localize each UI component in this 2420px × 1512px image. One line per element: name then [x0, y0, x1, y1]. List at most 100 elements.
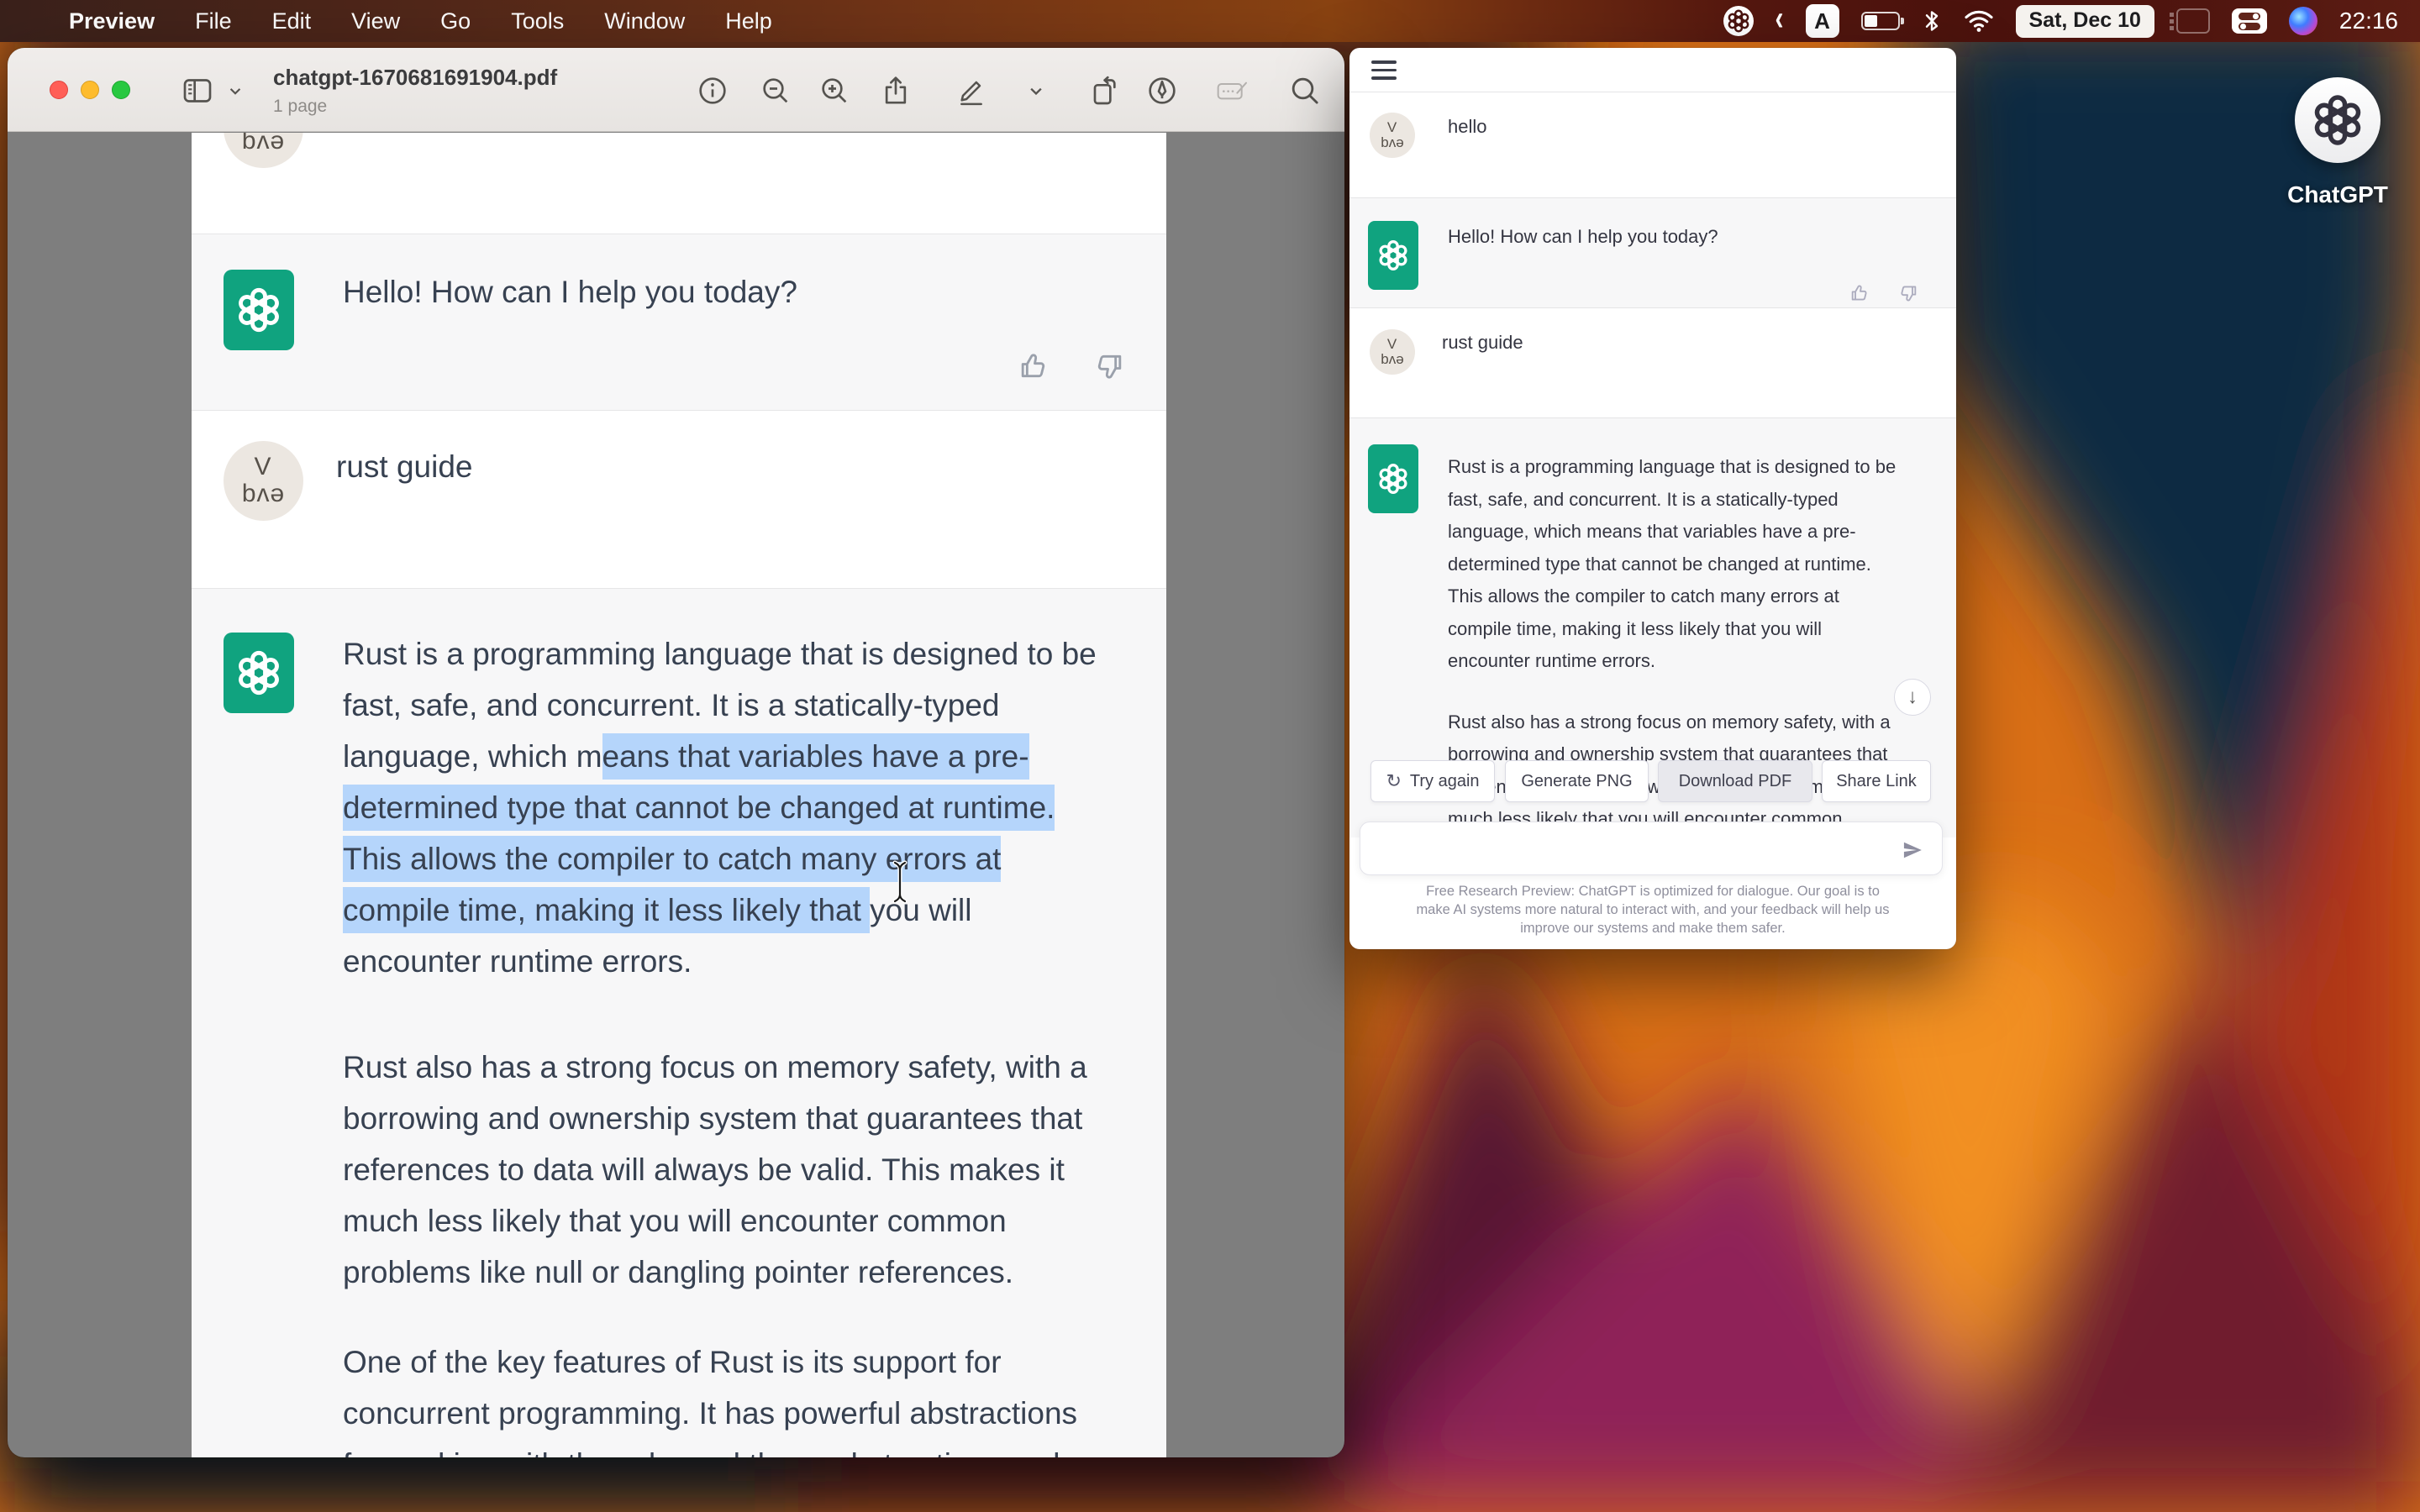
thumbs-down-icon[interactable] — [1092, 349, 1126, 383]
scroll-to-bottom-button[interactable]: ↓ — [1894, 679, 1931, 716]
menubar-date[interactable]: Sat, Dec 10 — [2016, 5, 2154, 38]
chatgpt-avatar-icon — [224, 633, 294, 713]
share-link-button[interactable]: Share Link — [1822, 760, 1931, 802]
input-source-indicator[interactable]: A — [1806, 4, 1839, 38]
markup-chevron-down-icon[interactable] — [1024, 73, 1048, 108]
text-line: determined type that cannot be changed a… — [1448, 549, 1896, 581]
pdf-page[interactable]: V bʌə Hello! How can I help you today? V… — [192, 133, 1166, 1457]
markup-pencil-icon[interactable] — [954, 73, 989, 108]
menu-item-file[interactable]: File — [175, 8, 252, 34]
message-input[interactable] — [1360, 822, 1943, 875]
form-fill-icon[interactable] — [1211, 73, 1255, 108]
chatgpt-menubar-icon[interactable] — [1723, 6, 1754, 36]
chatgpt-desktop-icon[interactable]: ChatGPT — [2287, 77, 2388, 208]
pdf-message-assistant-hello: Hello! How can I help you today? — [192, 234, 1166, 411]
try-again-button[interactable]: ↻Try again — [1370, 760, 1495, 802]
document-title: chatgpt-1670681691904.pdf — [273, 65, 557, 91]
chatgpt-avatar-icon — [224, 270, 294, 350]
zoom-in-icon[interactable] — [817, 73, 852, 108]
share-icon[interactable] — [878, 73, 913, 108]
text-line: Rust is a programming language that is d… — [343, 628, 1097, 680]
text-line: borrowing and ownership system that guar… — [343, 1093, 1097, 1144]
annotate-pen-icon[interactable] — [1144, 73, 1180, 108]
pdf-paragraph: Rust is a programming language that is d… — [343, 628, 1097, 987]
sidebar-chevron-down-icon[interactable] — [224, 73, 246, 108]
user-avatar: V bʌə — [224, 441, 303, 521]
user-message-text: rust guide — [1442, 332, 1523, 354]
pdf-message-user-rust-guide: V bʌə rust guide — [192, 411, 1166, 588]
retry-icon: ↻ — [1386, 770, 1401, 792]
chat-message-assistant-hello: Hello! How can I help you today? — [1349, 197, 1956, 308]
text-line: One of the key features of Rust is its s… — [343, 1336, 1097, 1388]
menu-item-go[interactable]: Go — [420, 8, 491, 34]
text-line: references to data will always be valid.… — [343, 1144, 1097, 1195]
text-line: make AI systems more natural to interact… — [1366, 900, 1939, 919]
bluetooth-icon[interactable] — [1922, 8, 1942, 34]
assistant-message-text: Hello! How can I help you today? — [1448, 226, 1718, 248]
thumbs-up-icon[interactable] — [1849, 282, 1870, 304]
app-menu-preview[interactable]: Preview — [49, 8, 175, 34]
thumbs-up-icon[interactable] — [1017, 349, 1050, 383]
control-center-icon[interactable] — [2232, 8, 2267, 34]
apple-menu[interactable] — [29, 19, 49, 23]
text-line: Rust is a programming language that is d… — [1448, 451, 1896, 484]
research-preview-disclaimer: Free Research Preview: ChatGPT is optimi… — [1366, 882, 1939, 937]
text-line: Rust also has a strong focus on memory s… — [343, 1042, 1097, 1093]
wifi-icon[interactable] — [1964, 9, 1994, 33]
text-line: problems like null or dangling pointer r… — [343, 1247, 1097, 1298]
zoom-out-icon[interactable] — [758, 73, 793, 108]
user-avatar: V bʌə — [224, 133, 303, 168]
text-line: encounter runtime errors. — [343, 936, 1097, 987]
preview-titlebar[interactable]: chatgpt-1670681691904.pdf 1 page — [8, 48, 1344, 132]
menu-item-view[interactable]: View — [331, 8, 420, 34]
pdf-paragraph: One of the key features of Rust is its s… — [343, 1336, 1097, 1457]
download-pdf-button[interactable]: Download PDF — [1658, 760, 1812, 802]
text-line: This allows the compiler to catch many e… — [1448, 580, 1896, 613]
back-chevron-icon[interactable]: ‹ — [1776, 0, 1784, 39]
user-message-text: hello — [1448, 116, 1486, 138]
chat-message-user-hello: V bʌə hello — [1349, 92, 1956, 197]
chat-paragraph: Rust is a programming language that is d… — [1448, 451, 1896, 678]
send-icon[interactable] — [1902, 839, 1923, 861]
text-line: encounter runtime errors. — [1448, 645, 1896, 678]
menu-item-help[interactable]: Help — [705, 8, 792, 34]
close-button[interactable] — [50, 81, 68, 99]
text-line: compile time, making it less likely that… — [343, 885, 1097, 936]
info-icon[interactable] — [695, 73, 730, 108]
text-line: This allows the compiler to catch many e… — [343, 833, 1097, 885]
sidebar-toggle-icon[interactable] — [180, 73, 215, 108]
zoom-button[interactable] — [112, 81, 130, 99]
thumbs-down-icon[interactable] — [1897, 282, 1919, 304]
siri-icon[interactable] — [2289, 7, 2317, 35]
menu-bar: Preview FileEditViewGoToolsWindowHelp ‹ … — [0, 0, 2420, 42]
text-line: fast, safe, and concurrent. It is a stat… — [1448, 484, 1896, 517]
chatgpt-avatar-icon — [1368, 444, 1418, 513]
screen-mirroring-icon[interactable] — [2176, 8, 2210, 34]
battery-icon[interactable] — [1861, 12, 1900, 30]
text-line: determined type that cannot be changed a… — [343, 782, 1097, 833]
minimize-button[interactable] — [81, 81, 99, 99]
text-line: fast, safe, and concurrent. It is a stat… — [343, 680, 1097, 731]
text-line: compile time, making it less likely that… — [1448, 613, 1896, 646]
text-line: much less likely that you will encounter… — [343, 1195, 1097, 1247]
pdf-message-assistant-rust: Rust is a programming language that is d… — [192, 588, 1166, 1457]
selected-text: determined type that cannot be changed a… — [343, 785, 1055, 831]
menu-item-tools[interactable]: Tools — [491, 8, 584, 34]
chatgpt-header — [1349, 48, 1956, 92]
menu-hamburger-icon[interactable] — [1371, 60, 1397, 80]
menu-item-edit[interactable]: Edit — [252, 8, 332, 34]
export-actions-row: ↻Try againGenerate PNGDownload PDFShare … — [1349, 760, 1956, 802]
generate-png-button[interactable]: Generate PNG — [1505, 760, 1649, 802]
menubar-clock[interactable]: 22:16 — [2339, 8, 2398, 34]
search-icon[interactable] — [1287, 73, 1323, 108]
chatgpt-app-logo-icon — [2295, 77, 2381, 163]
text-line: language, which means that variables hav… — [1448, 516, 1896, 549]
pdf-message-user-partial: V bʌə — [192, 133, 1166, 234]
user-message-text: rust guide — [336, 449, 473, 485]
menu-item-window[interactable]: Window — [584, 8, 705, 34]
rotate-icon[interactable] — [1086, 73, 1121, 108]
selected-text: compile time, making it less likely that — [343, 887, 870, 933]
pdf-viewer-background: V bʌə Hello! How can I help you today? V… — [8, 133, 1344, 1457]
text-cursor — [889, 858, 911, 906]
chat-message-user-rust-guide: V bʌə rust guide — [1349, 308, 1956, 417]
